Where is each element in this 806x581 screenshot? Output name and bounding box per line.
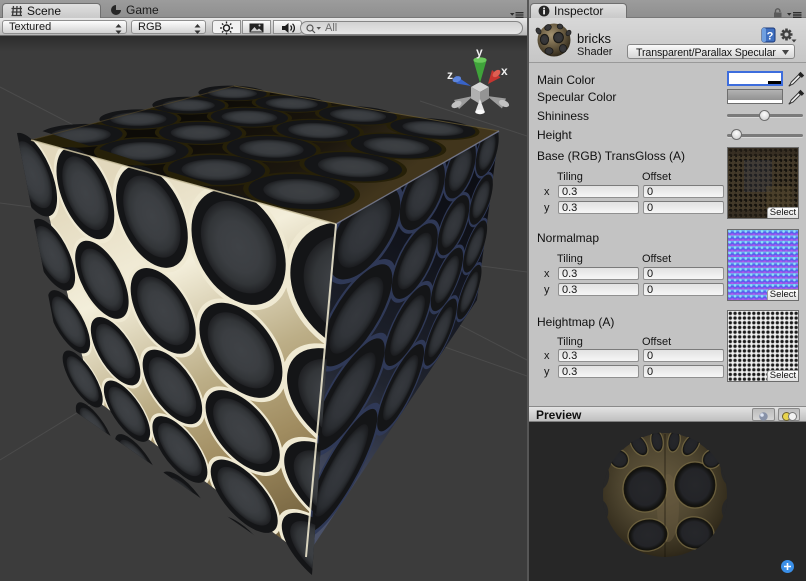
svg-text:z: z xyxy=(447,68,453,82)
svg-text:?: ? xyxy=(767,31,774,43)
svg-text:y: y xyxy=(476,45,483,59)
svg-text:x: x xyxy=(501,64,508,78)
